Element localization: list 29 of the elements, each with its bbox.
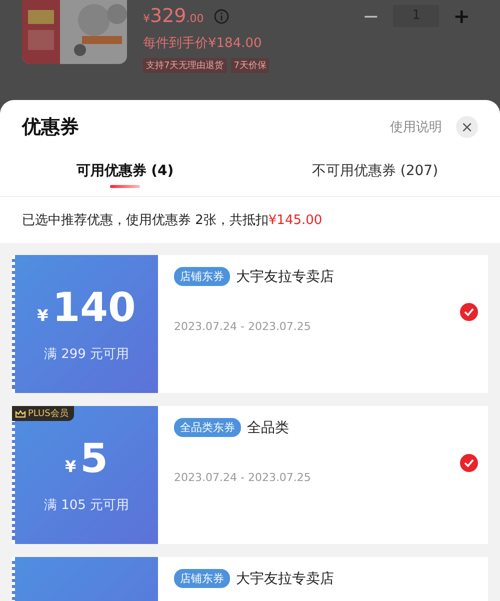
coupon-tag: 店铺东券 [174,267,230,286]
service-tag: 7天价保 [230,58,270,73]
validity-dates: 2023.07.24 - 2023.07.25 [174,320,312,333]
coupon-card[interactable]: ¥140 满 299 元可用 店铺东券 大宇友拉专卖店 2023.07.24 - 2023.07.25 [12,255,488,393]
checkmark-icon[interactable] [460,303,478,321]
coupon-tag: 全品类东券 [174,418,241,437]
sheet-title: 优惠券 [22,115,79,140]
coupon-title: 大宇友拉专卖店 [236,570,334,588]
help-link[interactable]: 使用说明 [390,118,442,136]
price: ¥329.00 [143,5,204,27]
checkmark-icon[interactable] [460,454,478,472]
coupon-card[interactable]: 店铺东券 大宇友拉专卖店 [12,557,488,601]
coupon-condition: 满 299 元可用 [44,346,130,363]
summary-text: 已选中推荐优惠，使用优惠券 2张，共抵扣¥145.00 [21,212,324,230]
tab[interactable]: 不可用优惠券 (207) [250,162,500,196]
plus-badge: PLUS会员 [12,406,74,421]
coupon-condition: 满 105 元可用 [44,497,130,514]
coupon-tag: 店铺东券 [174,569,230,588]
coupon-title: 大宇友拉专卖店 [236,268,334,286]
coupon-card[interactable]: PLUS会员 ¥5 满 105 元可用 全品类东券 全品类 2023.07.24 - 2023.07.25 [12,406,488,544]
service-tag: 支持7天无理由退货 [143,58,227,73]
close-button[interactable]: × [456,116,478,138]
coupon-title: 全品类 [247,418,289,436]
coupon-amount: ¥140 [37,285,136,331]
tab[interactable]: 可用优惠券 (4) [0,162,250,196]
final-price: 每件到手价¥184.00 [143,35,263,52]
minus-button[interactable]: − [354,4,388,28]
coupon-amount: ¥5 [65,436,108,482]
validity-dates: 2023.07.24 - 2023.07.25 [174,471,312,484]
